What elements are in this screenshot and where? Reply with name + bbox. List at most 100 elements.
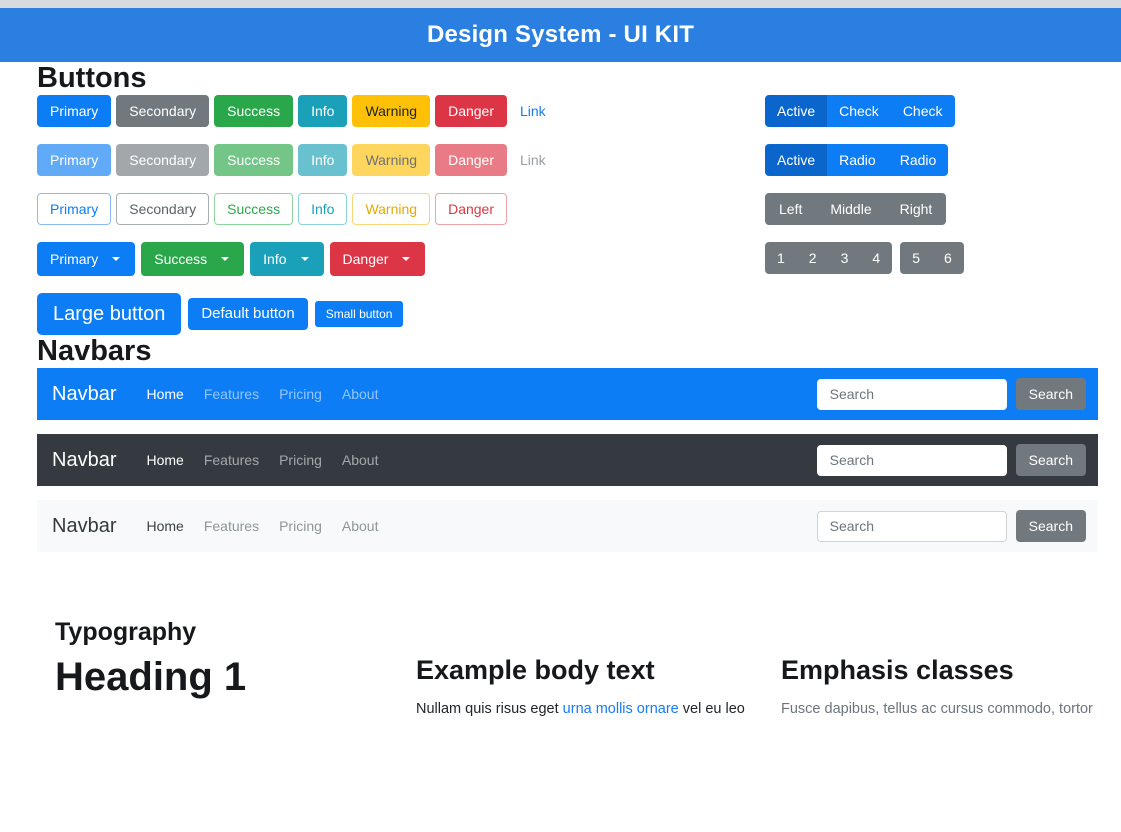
buttons-section: Buttons Primary Secondary Success Info W… [37,62,1098,335]
success-button[interactable]: Success [214,95,293,127]
page-4-button[interactable]: 4 [860,242,892,274]
navbar-dark: Navbar Home Features Pricing About Searc… [37,434,1098,486]
page-title: Design System - UI KIT [427,21,694,49]
dropdown-buttons-row: Primary Success Info Danger [37,242,765,276]
navbar-links: Home Features Pricing About [136,518,388,534]
body-text-link[interactable]: urna mollis ornare [563,701,679,717]
danger-button[interactable]: Danger [435,95,507,127]
pager-group-row: 1 2 3 4 5 6 [765,242,1098,274]
page-2-button[interactable]: 2 [797,242,829,274]
nav-link-pricing[interactable]: Pricing [269,518,332,534]
info-dropdown-button[interactable]: Info [250,242,323,276]
danger-dropdown-button[interactable]: Danger [330,242,426,276]
info-dropdown-label: Info [263,249,286,269]
outline-secondary-button[interactable]: Secondary [116,193,209,225]
secondary-button-disabled[interactable]: Secondary [116,144,209,176]
search-button[interactable]: Search [1016,378,1086,410]
nav-link-home[interactable]: Home [136,386,193,402]
primary-button-disabled[interactable]: Primary [37,144,111,176]
secondary-button[interactable]: Secondary [116,95,209,127]
nav-link-about[interactable]: About [332,386,389,402]
navbar-brand[interactable]: Navbar [52,383,116,406]
navbar-brand[interactable]: Navbar [52,449,116,472]
info-button-disabled[interactable]: Info [298,144,347,176]
navbar-brand[interactable]: Navbar [52,515,116,538]
caret-down-icon [402,257,410,261]
nav-link-pricing[interactable]: Pricing [269,452,332,468]
window-top-strip [0,0,1121,8]
radio-active-toggle[interactable]: Active [765,144,827,176]
nav-link-about[interactable]: About [332,518,389,534]
body-text-end: vel eu leo [679,701,745,717]
pager-button-group-a: 1 2 3 4 [765,242,892,274]
navbar-links: Home Features Pricing About [136,452,388,468]
navbars-section-heading: Navbars [37,335,1098,368]
outline-buttons-row: Primary Secondary Success Info Warning D… [37,193,765,225]
check-toggle-2[interactable]: Check [891,95,955,127]
search-button[interactable]: Search [1016,444,1086,476]
search-input[interactable] [817,445,1007,476]
right-button[interactable]: Right [886,193,947,225]
link-button[interactable]: Link [512,95,554,127]
page-5-button[interactable]: 5 [900,242,932,274]
nav-link-pricing[interactable]: Pricing [269,386,332,402]
emphasis-classes-heading: Emphasis classes [781,655,1098,686]
large-button[interactable]: Large button [37,293,181,335]
navbar-light: Navbar Home Features Pricing About Searc… [37,500,1098,552]
outline-success-button[interactable]: Success [214,193,293,225]
checkbox-button-group: Active Check Check [765,95,955,127]
nav-link-home[interactable]: Home [136,518,193,534]
heading1-sample: Heading 1 [55,655,416,699]
buttons-left-column: Primary Secondary Success Info Warning D… [37,95,765,335]
info-button[interactable]: Info [298,95,347,127]
align-button-group: Left Middle Right [765,193,946,225]
success-dropdown-button[interactable]: Success [141,242,244,276]
example-body-text-paragraph: Nullam quis risus eget urna mollis ornar… [416,699,781,721]
radio-toggle-2[interactable]: Radio [888,144,949,176]
danger-button-disabled[interactable]: Danger [435,144,507,176]
nav-link-features[interactable]: Features [194,452,269,468]
size-buttons-row: Large button Default button Small button [37,293,765,335]
warning-button[interactable]: Warning [352,95,430,127]
default-button[interactable]: Default button [188,298,307,330]
link-button-disabled[interactable]: Link [512,144,554,176]
middle-button[interactable]: Middle [816,193,885,225]
nav-link-about[interactable]: About [332,452,389,468]
navbar-links: Home Features Pricing About [136,386,388,402]
primary-dropdown-button[interactable]: Primary [37,242,135,276]
left-button[interactable]: Left [765,193,816,225]
search-input[interactable] [817,511,1007,542]
disabled-buttons-row: Primary Secondary Success Info Warning D… [37,144,765,176]
check-active-toggle[interactable]: Active [765,95,827,127]
typography-section: Typography Heading 1 Example body text N… [37,618,1098,721]
example-body-text-heading: Example body text [416,655,781,686]
navbar-search-form: Search [817,444,1086,476]
success-button-disabled[interactable]: Success [214,144,293,176]
page-3-button[interactable]: 3 [829,242,861,274]
align-group-row: Left Middle Right [765,193,1098,225]
danger-dropdown-label: Danger [343,249,389,269]
outline-info-button[interactable]: Info [298,193,347,225]
check-toggle-1[interactable]: Check [827,95,891,127]
page-6-button[interactable]: 6 [932,242,964,274]
outline-warning-button[interactable]: Warning [352,193,430,225]
page-1-button[interactable]: 1 [765,242,797,274]
nav-link-features[interactable]: Features [194,518,269,534]
radio-toggle-1[interactable]: Radio [827,144,888,176]
radio-group-row: Active Radio Radio [765,144,1098,176]
primary-button[interactable]: Primary [37,95,111,127]
primary-dropdown-label: Primary [50,249,98,269]
small-button[interactable]: Small button [315,301,404,327]
warning-button-disabled[interactable]: Warning [352,144,430,176]
nav-link-home[interactable]: Home [136,452,193,468]
caret-down-icon [221,257,229,261]
outline-primary-button[interactable]: Primary [37,193,111,225]
solid-buttons-row: Primary Secondary Success Info Warning D… [37,95,765,127]
navbar-search-form: Search [817,510,1086,542]
navbars-section: Navbars Navbar Home Features Pricing Abo… [37,335,1098,552]
search-input[interactable] [817,379,1007,410]
nav-link-features[interactable]: Features [194,386,269,402]
search-button[interactable]: Search [1016,510,1086,542]
outline-danger-button[interactable]: Danger [435,193,507,225]
checkbox-group-row: Active Check Check [765,95,1098,127]
